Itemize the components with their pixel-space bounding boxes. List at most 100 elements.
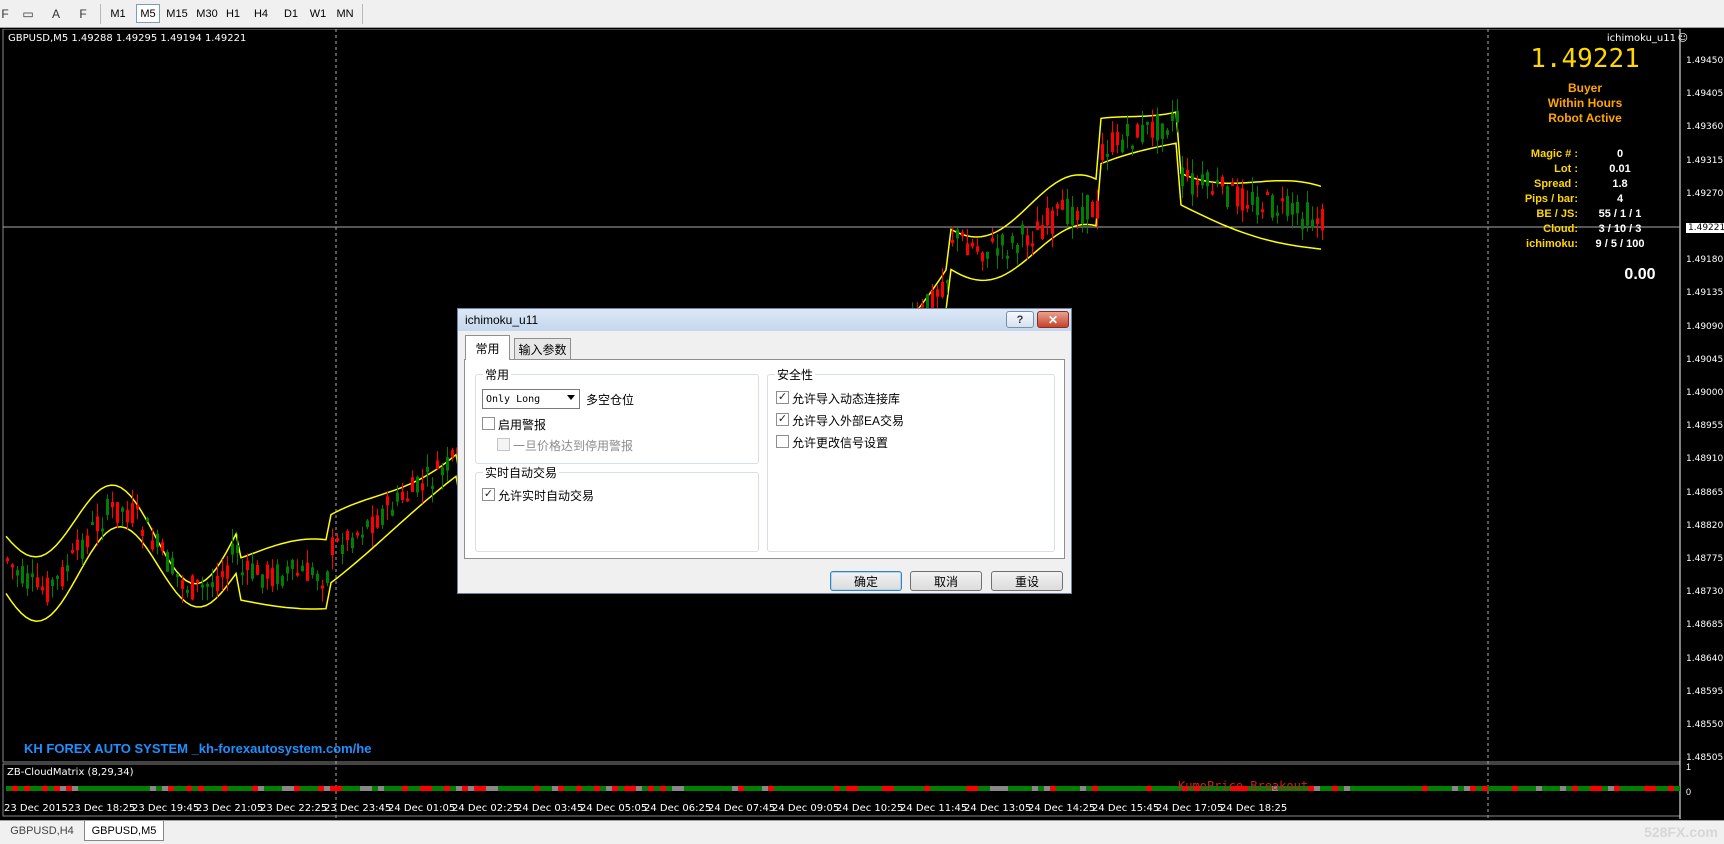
cloud-matrix-cell	[648, 786, 654, 791]
allow-signal-checkbox[interactable]	[776, 435, 789, 448]
cloud-matrix-cell	[228, 786, 234, 791]
candle-body	[1086, 194, 1089, 220]
candle-body	[231, 543, 234, 555]
timeframe-m30-button[interactable]: M30	[193, 4, 221, 23]
cloud-matrix-cell	[930, 786, 936, 791]
cloud-matrix-cell	[642, 786, 648, 791]
price-tick-label: 1.49090	[1686, 321, 1724, 332]
cloud-matrix-cell	[606, 786, 612, 791]
cloud-matrix-cell	[438, 786, 444, 791]
cancel-button[interactable]: 取消	[910, 571, 982, 591]
cloud-matrix-cell	[504, 786, 510, 791]
candle-body	[1236, 186, 1239, 207]
cloud-matrix-cell	[270, 786, 276, 791]
cloud-matrix-cell	[432, 786, 438, 791]
cloud-matrix-cell	[234, 786, 240, 791]
dialog-title: ichimoku_u11	[465, 313, 539, 327]
candle-body	[51, 579, 54, 587]
cloud-matrix-cell	[366, 786, 372, 791]
cloud-matrix-cell	[816, 786, 822, 791]
cloud-matrix-cell	[678, 786, 684, 791]
timeframe-w1-button[interactable]: W1	[307, 4, 329, 23]
indicator-tick-label: 1	[1686, 762, 1692, 772]
candle-body	[1026, 235, 1029, 246]
profit-display: 0.00	[1624, 266, 1656, 283]
timeframe-h4-button[interactable]: H4	[249, 4, 273, 23]
text-tool-icon[interactable]: A	[45, 3, 67, 24]
candle-body	[991, 238, 994, 242]
cloud-matrix-cell	[876, 786, 882, 791]
tab-inputs[interactable]: 输入参数	[514, 338, 571, 359]
cloud-matrix-cell	[690, 786, 696, 791]
cloud-matrix-cell	[540, 786, 546, 791]
tab-general[interactable]: 常用	[465, 335, 510, 360]
position-select-value: Only Long	[486, 393, 541, 405]
time-tick-label: 23 Dec 18:25	[68, 803, 136, 814]
allow-dll-checkbox[interactable]: ✓	[776, 391, 789, 404]
line-tool-icon[interactable]: F	[0, 3, 16, 24]
dialog-titlebar[interactable]: ichimoku_u11 ? ✕	[458, 309, 1071, 331]
cloud-matrix-cell	[720, 786, 726, 791]
ok-button[interactable]: 确定	[830, 571, 902, 591]
price-tick-label: 1.49135	[1686, 288, 1724, 299]
rectangle-tool-icon[interactable]: ▭	[17, 3, 39, 24]
cloud-matrix-cell	[1404, 786, 1410, 791]
cloud-matrix-cell	[30, 786, 36, 791]
cloud-matrix-cell	[348, 786, 354, 791]
allow-external-checkbox[interactable]: ✓	[776, 413, 789, 426]
candle-body	[1091, 201, 1094, 218]
cloud-matrix-cell	[1662, 786, 1668, 791]
alerts-checkbox[interactable]	[482, 417, 495, 430]
candle-body	[1111, 132, 1114, 152]
cloud-matrix-cell	[1164, 786, 1170, 791]
candle-body	[166, 552, 169, 572]
cloud-matrix-cell	[762, 786, 768, 791]
cloud-matrix-cell	[624, 786, 630, 791]
chart-tab-h4[interactable]: GBPUSD,H4	[2, 821, 82, 841]
allow-live-checkbox[interactable]: ✓	[482, 488, 495, 501]
cloud-matrix-cell	[534, 786, 540, 791]
timeframe-m1-button[interactable]: M1	[104, 4, 132, 23]
candle-body	[1306, 202, 1309, 226]
status-robot: Robot Active	[1548, 111, 1622, 125]
cloud-matrix-cell	[414, 786, 420, 791]
timeframe-h1-button[interactable]: H1	[222, 4, 244, 23]
timeframe-d1-button[interactable]: D1	[279, 4, 303, 23]
candle-body	[1226, 186, 1229, 207]
cloud-matrix-cell	[1566, 786, 1572, 791]
candle-body	[1061, 199, 1064, 210]
help-button[interactable]: ?	[1006, 311, 1034, 328]
cloud-matrix-cell	[846, 786, 852, 791]
timeframe-m5-button[interactable]: M5	[136, 4, 160, 23]
cloud-matrix-cell	[1470, 786, 1476, 791]
timeframe-mn-button[interactable]: MN	[332, 4, 358, 23]
candle-body	[11, 564, 14, 568]
cloud-matrix-cell	[636, 786, 642, 791]
stop-alert-checkbox[interactable]	[497, 438, 510, 451]
cloud-matrix-cell	[1620, 786, 1626, 791]
cloud-matrix-cell	[888, 786, 894, 791]
time-tick-label: 24 Dec 09:05	[772, 803, 840, 814]
cloud-matrix-cell	[150, 786, 156, 791]
live-trading-group-title: 实时自动交易	[483, 464, 560, 481]
candle-body	[176, 573, 179, 577]
candle-body	[1241, 188, 1244, 211]
candle-body	[1011, 236, 1014, 243]
candle-body	[36, 577, 39, 587]
candle-body	[426, 466, 429, 472]
cloud-matrix-cell	[276, 786, 282, 791]
current-price-display: 1.49221	[1530, 44, 1640, 74]
candle-body	[1076, 210, 1079, 220]
timeframe-m15-button[interactable]: M15	[163, 4, 191, 23]
position-select[interactable]: Only Long	[482, 389, 580, 409]
chart-tab-m5[interactable]: GBPUSD,M5	[84, 821, 164, 841]
fibonacci-tool-icon[interactable]: F	[72, 3, 94, 24]
close-button[interactable]: ✕	[1037, 311, 1069, 328]
price-tick-label: 1.49315	[1686, 155, 1724, 166]
cloud-matrix-cell	[126, 786, 132, 791]
cloud-matrix-cell	[1668, 786, 1674, 791]
cloud-matrix-cell	[732, 786, 738, 791]
cloud-matrix-cell	[420, 786, 426, 791]
time-tick-label: 24 Dec 10:25	[836, 803, 904, 814]
reset-button[interactable]: 重设	[991, 571, 1063, 591]
